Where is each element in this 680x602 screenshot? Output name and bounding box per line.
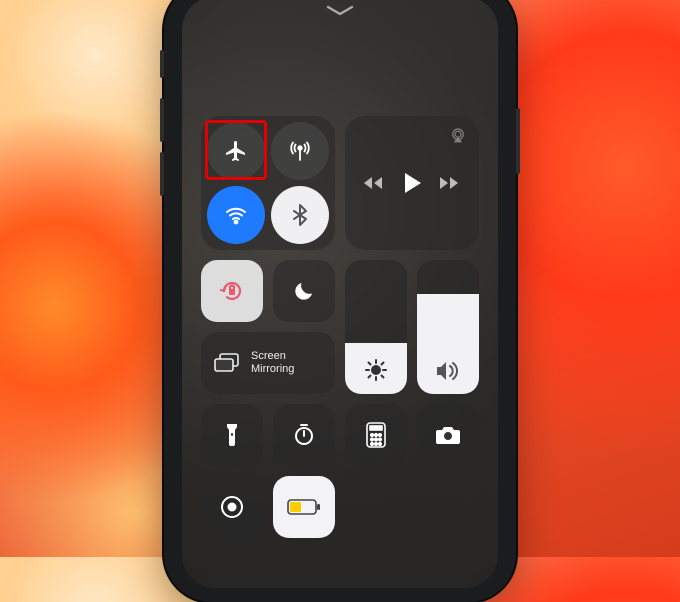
phone-screen: ScreenMirroring [182, 0, 498, 588]
cellular-data-toggle[interactable] [271, 122, 329, 180]
battery-icon [287, 499, 321, 515]
timer-icon [292, 423, 316, 447]
wifi-icon [224, 203, 248, 227]
camera-button[interactable] [417, 404, 479, 466]
control-center-grid: ScreenMirroring [200, 116, 480, 538]
wifi-toggle[interactable] [207, 186, 265, 244]
sun-icon [364, 358, 388, 382]
moon-icon [292, 279, 316, 303]
flashlight-icon [224, 422, 240, 448]
screen-mirroring-icon [213, 352, 241, 374]
screen-record-button[interactable] [201, 476, 263, 538]
connectivity-group [201, 116, 335, 250]
low-power-mode-toggle[interactable] [273, 476, 335, 538]
airplane-icon [224, 139, 248, 163]
orientation-lock-icon [218, 277, 246, 305]
brightness-slider[interactable] [345, 260, 407, 394]
screen-record-icon [219, 494, 245, 520]
previous-track-button[interactable] [364, 175, 384, 191]
volume-down-button [160, 152, 164, 196]
play-button[interactable] [402, 172, 422, 194]
power-button [516, 108, 520, 174]
camera-icon [435, 425, 461, 445]
bluetooth-icon [290, 203, 310, 227]
timer-button[interactable] [273, 404, 335, 466]
screen-mirroring-label: ScreenMirroring [251, 350, 294, 376]
flashlight-button[interactable] [201, 404, 263, 466]
calculator-button[interactable] [345, 404, 407, 466]
speaker-icon [435, 360, 461, 382]
airplane-mode-toggle[interactable] [207, 122, 265, 180]
mute-switch [160, 50, 164, 78]
phone-frame: ScreenMirroring [164, 0, 516, 602]
cellular-antenna-icon [288, 139, 312, 163]
calculator-icon [366, 422, 386, 448]
bluetooth-toggle[interactable] [271, 186, 329, 244]
screen-mirroring-button[interactable]: ScreenMirroring [201, 332, 335, 394]
volume-up-button [160, 98, 164, 142]
volume-slider[interactable] [417, 260, 479, 394]
chevron-down-icon[interactable] [325, 4, 355, 18]
next-track-button[interactable] [440, 175, 460, 191]
orientation-lock-toggle[interactable] [201, 260, 263, 322]
airplay-icon[interactable] [449, 126, 467, 144]
media-controls-group [345, 116, 479, 250]
do-not-disturb-toggle[interactable] [273, 260, 335, 322]
